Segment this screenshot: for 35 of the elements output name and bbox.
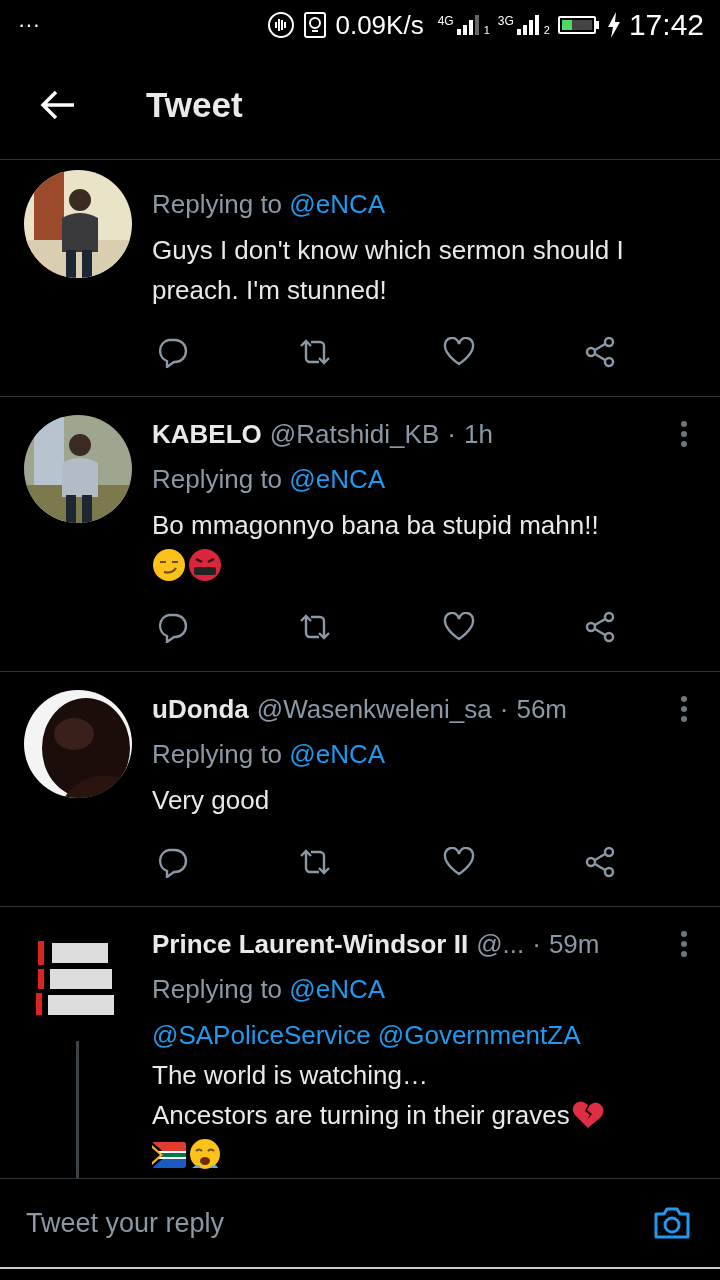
- page-title: Tweet: [146, 84, 243, 125]
- reply-field[interactable]: Tweet your reply: [24, 1206, 652, 1240]
- separator-dot: ·: [447, 418, 456, 450]
- tweet-text: Very good: [152, 784, 270, 817]
- tweet-time: 1h: [463, 418, 493, 450]
- mention-link[interactable]: @eNCA: [289, 189, 386, 219]
- separator-dot: ·: [499, 693, 509, 725]
- network-type: 3G: [497, 14, 514, 28]
- author-name[interactable]: Prince Laurent-Windsor II: [152, 928, 469, 960]
- author-handle: @...: [476, 928, 525, 960]
- author-handle: @Ratshidi_KB: [269, 418, 440, 450]
- tweet-text: Bo mmagonnyo bana ba stupid mahn!!: [152, 509, 599, 542]
- mention-link[interactable]: @eNCA: [289, 974, 386, 1004]
- replying-to-text: Replying to @eNCA: [152, 973, 387, 1006]
- network-type: 4G: [437, 14, 454, 28]
- replying-to-text: Replying to @eNCA: [152, 738, 387, 771]
- overflow-menu-text: ···: [18, 12, 40, 38]
- tweet-time: 59m: [548, 928, 600, 960]
- tweet-text: Guys I don't know which sermon should I preach. I'm stunned!: [152, 234, 625, 307]
- mention-link[interactable]: @eNCA: [289, 739, 386, 769]
- tweet-text: The world is watching…: [152, 1059, 428, 1092]
- sim-number: 1: [483, 24, 490, 36]
- separator-dot: ·: [532, 928, 541, 960]
- mention-link[interactable]: @eNCA: [289, 464, 386, 494]
- network-speed: 0.09K/s: [335, 9, 424, 41]
- author-name[interactable]: uDonda: [152, 693, 249, 725]
- tweet-text: Ancestors are turning in their graves: [152, 1099, 570, 1132]
- replying-to-text: Replying to @eNCA: [152, 463, 387, 496]
- clock: 17:42: [628, 8, 704, 42]
- mention-links[interactable]: @SAPoliceService @GovernmentZA: [152, 1015, 688, 1055]
- author-name[interactable]: KABELO: [152, 418, 262, 450]
- author-handle: @Wasenkweleni_sa: [256, 693, 492, 725]
- tweet-time: 56m: [516, 693, 567, 725]
- sim-number: 2: [543, 24, 550, 36]
- replying-to-text: Replying to @eNCA: [152, 188, 387, 221]
